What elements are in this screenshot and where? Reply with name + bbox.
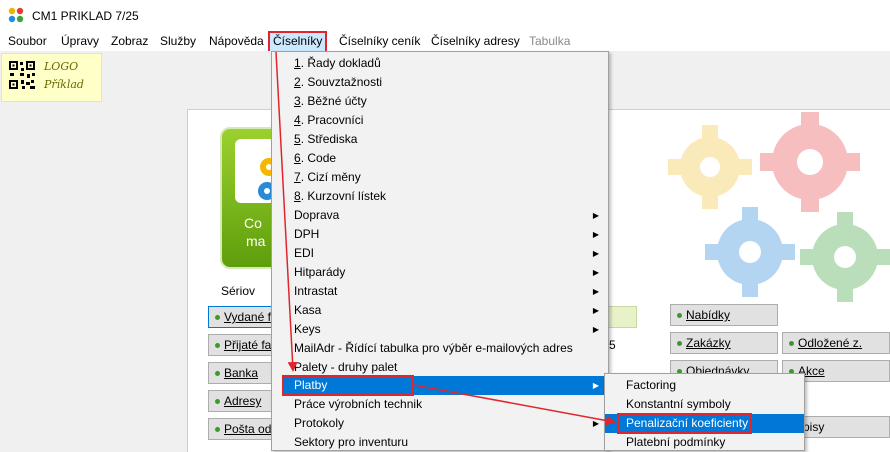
status-dot bbox=[677, 341, 682, 347]
tile-text-line2: ma bbox=[246, 233, 266, 249]
menu-item-dph[interactable]: DPH ▶ bbox=[272, 225, 608, 244]
odlozene-button[interactable]: Odložené z. bbox=[782, 332, 890, 354]
menu-item-bezne-ucty[interactable]: 3. Běžné účty bbox=[272, 92, 608, 111]
adresy-button[interactable]: Adresy bbox=[208, 390, 278, 412]
menu-bar: Soubor Úpravy Zobraz Služby Nápověda Čís… bbox=[0, 31, 890, 53]
menu-ciselniky-adresy[interactable]: Číselníky adresy bbox=[431, 31, 520, 51]
qr-code-icon bbox=[8, 60, 36, 90]
platby-submenu: Factoring Konstantní symboly Penalizační… bbox=[604, 373, 805, 451]
count-value: 5 bbox=[609, 338, 616, 352]
menu-item-keys[interactable]: Keys ▶ bbox=[272, 320, 608, 339]
menu-item-sektory[interactable]: Sektory pro inventuru bbox=[272, 433, 608, 452]
status-dot bbox=[215, 427, 220, 433]
posta-button[interactable]: Pošta od bbox=[208, 418, 278, 440]
submenu-arrow-icon: ▶ bbox=[592, 268, 599, 277]
menu-sluzby[interactable]: Služby bbox=[160, 31, 196, 51]
menu-tabulka[interactable]: Tabulka bbox=[529, 31, 570, 51]
menu-item-cizi-meny[interactable]: 7. Cizí měny bbox=[272, 168, 608, 187]
status-dot bbox=[215, 315, 220, 321]
submenu-item-platebni-podminky[interactable]: Platební podmínky bbox=[605, 433, 804, 452]
menu-soubor[interactable]: Soubor bbox=[8, 31, 47, 51]
submenu-item-konstantni-symboly[interactable]: Konstantní symboly bbox=[605, 395, 804, 414]
platby-annotation-box bbox=[282, 375, 414, 396]
menu-item-hitparady[interactable]: Hitparády ▶ bbox=[272, 263, 608, 282]
menu-item-pracovnici[interactable]: 4. Pracovníci bbox=[272, 111, 608, 130]
nabidky-button[interactable]: Nabídky bbox=[670, 304, 778, 326]
app-icon bbox=[8, 7, 24, 23]
status-dot bbox=[677, 313, 682, 319]
gear-icon bbox=[258, 158, 278, 200]
menu-item-mailadr[interactable]: MailAdr - Řídící tabulka pro výběr e-mai… bbox=[272, 339, 608, 358]
company-logo: LOGO Příklad bbox=[1, 53, 102, 102]
menu-ciselniky[interactable]: Číselníky bbox=[268, 31, 328, 53]
status-dot bbox=[789, 341, 794, 347]
menu-napoveda[interactable]: Nápověda bbox=[209, 31, 264, 51]
menu-item-kurzovni-listek[interactable]: 8. Kurzovní lístek bbox=[272, 187, 608, 206]
menu-item-prace-vyrobnich-technik[interactable]: Práce výrobních technik bbox=[272, 395, 608, 414]
menu-item-intrastat[interactable]: Intrastat ▶ bbox=[272, 282, 608, 301]
prijate-faktury-button[interactable]: Přijaté fa bbox=[208, 334, 278, 356]
penalizacni-annotation-box bbox=[617, 413, 752, 434]
zakazky-button[interactable]: Zakázky bbox=[670, 332, 778, 354]
status-dot bbox=[215, 399, 220, 405]
submenu-item-factoring[interactable]: Factoring bbox=[605, 376, 804, 395]
banka-button[interactable]: Banka bbox=[208, 362, 278, 384]
tile-text-line1: Co bbox=[244, 215, 262, 231]
menu-ciselniky-cenik[interactable]: Číselníky ceník bbox=[339, 31, 420, 51]
submenu-arrow-icon: ▶ bbox=[592, 325, 599, 334]
submenu-arrow-icon: ▶ bbox=[592, 249, 599, 258]
menu-item-protokoly[interactable]: Protokoly ▶ bbox=[272, 414, 608, 433]
menu-item-souvztaznosti[interactable]: 2. Souvztažnosti bbox=[272, 73, 608, 92]
menu-item-edi[interactable]: EDI ▶ bbox=[272, 244, 608, 263]
logo-line2: Příklad bbox=[44, 78, 84, 91]
menu-item-kasa[interactable]: Kasa ▶ bbox=[272, 301, 608, 320]
logo-line1: LOGO bbox=[44, 60, 79, 73]
submenu-arrow-icon: ▶ bbox=[592, 230, 599, 239]
vydane-faktury-button[interactable]: Vydané f bbox=[208, 306, 278, 328]
menu-item-strediska[interactable]: 5. Střediska bbox=[272, 130, 608, 149]
gears-decoration-icon bbox=[668, 112, 890, 302]
submenu-arrow-icon: ▶ bbox=[592, 211, 599, 220]
menu-upravy[interactable]: Úpravy bbox=[61, 31, 99, 51]
submenu-arrow-icon: ▶ bbox=[592, 381, 599, 390]
window-title: CM1 PRIKLAD 7/25 bbox=[32, 9, 139, 23]
title-bar: CM1 PRIKLAD 7/25 bbox=[0, 0, 890, 31]
status-dot bbox=[215, 371, 220, 377]
serial-label: Sériov bbox=[221, 284, 256, 298]
menu-zobraz[interactable]: Zobraz bbox=[111, 31, 148, 51]
submenu-arrow-icon: ▶ bbox=[592, 287, 599, 296]
submenu-arrow-icon: ▶ bbox=[592, 306, 599, 315]
info-field bbox=[605, 306, 637, 328]
menu-item-doprava[interactable]: Doprava ▶ bbox=[272, 206, 608, 225]
menu-item-rady-dokladu[interactable]: 1. Řady dokladů bbox=[272, 54, 608, 73]
menu-item-code[interactable]: 6. Code bbox=[272, 149, 608, 168]
status-dot bbox=[215, 343, 220, 349]
submenu-arrow-icon: ▶ bbox=[592, 419, 599, 428]
